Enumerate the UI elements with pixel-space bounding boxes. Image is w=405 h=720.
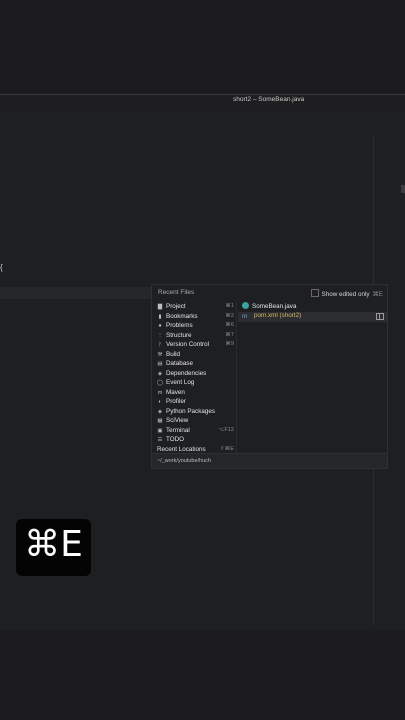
keystroke-overlay: ⌘E	[16, 519, 91, 576]
title-bar	[0, 95, 405, 109]
tool-window-label: Bookmarks	[166, 312, 198, 320]
structure-icon: ⋮	[157, 332, 163, 339]
recent-locations-shortcut: ⇧⌘E	[219, 446, 234, 452]
dependencies-icon: ◈	[157, 370, 163, 377]
tool-window-label: Project	[166, 303, 186, 310]
tool-window-item[interactable]: ᚹ Version Control ⌘9	[156, 341, 234, 351]
tool-window-label: Version Control	[166, 341, 210, 348]
tool-window-label: SciView	[166, 417, 189, 424]
tool-window-label: Event Log	[166, 379, 195, 386]
window-title: short2 – SomeBean.java	[233, 96, 305, 103]
bookmark-icon: ▮	[158, 313, 162, 320]
tool-window-list: ▇ Project ⌘1 ▮ Bookmarks ⌘2 ● Problems ⌘6 ⋮ Struct…	[156, 303, 234, 456]
tool-window-item[interactable]: ▮ Bookmarks ⌘2	[156, 313, 234, 323]
tool-window-shortcut: ⌘2	[225, 312, 234, 319]
terminal-icon: ▣	[157, 427, 163, 434]
maven-file-icon: m	[242, 313, 248, 320]
sciview-icon: ▦	[157, 418, 163, 424]
problems-icon: ●	[158, 323, 162, 329]
tool-window-label: Terminal	[166, 426, 190, 434]
file-name: SomeBean.java	[252, 303, 297, 310]
code-brace: {	[0, 263, 3, 272]
tool-window-shortcut: ⌥F12	[217, 426, 234, 433]
open-in-split-icon[interactable]	[376, 313, 384, 320]
tool-window-item[interactable]: ◐ Profiler	[156, 398, 234, 408]
top-area	[0, 0, 405, 94]
tool-window-item[interactable]: ● Problems ⌘6	[156, 322, 234, 332]
popup-header: Recent Files Show edited only ⌘E	[152, 285, 387, 301]
tool-window-item[interactable]: ◈ Python Packages	[156, 408, 234, 418]
keystroke-text: ⌘E	[24, 524, 83, 565]
maven-icon: m	[157, 389, 163, 396]
recent-files-list: SomeBean.java m pom.xml (short2)	[238, 302, 387, 322]
version-control-icon: ᚹ	[158, 342, 162, 348]
scrollbar-marker[interactable]	[401, 185, 405, 193]
tool-window-item[interactable]: ▇ Project ⌘1	[156, 303, 234, 313]
recent-files-popup: Recent Files Show edited only ⌘E ▇ Project…	[151, 284, 388, 469]
file-path: ~/_work/youtube/huch	[157, 458, 211, 464]
tool-window-label: Problems	[166, 322, 193, 329]
show-edited-shortcut: ⌘E	[372, 291, 384, 298]
tool-window-item[interactable]: ⋮ Structure ⌘7	[156, 332, 234, 342]
tool-window-shortcut: ⌘9	[225, 341, 234, 347]
tool-window-item[interactable]: ⚒ Build	[156, 351, 234, 361]
profiler-icon: ◐	[158, 399, 162, 405]
tool-window-shortcut: ⌘6	[225, 322, 234, 328]
file-name: pom.xml (short2)	[254, 312, 302, 319]
tool-window-item[interactable]: ▣ Terminal ⌥F12	[156, 427, 234, 437]
show-edited-checkbox[interactable]	[310, 289, 319, 297]
tool-window-item[interactable]: ☰ TODO	[156, 436, 234, 446]
tool-window-item[interactable]: ▦ SciView	[156, 417, 234, 427]
hammer-icon: ⚒	[157, 351, 163, 358]
tool-window-shortcut: ⌘7	[225, 331, 234, 338]
event-log-icon: ◯	[156, 380, 164, 386]
column-divider	[236, 302, 237, 455]
tool-window-item[interactable]: ▤ Database	[156, 360, 234, 370]
tool-window-item[interactable]: m Maven	[156, 389, 234, 399]
recent-locations-label: Recent Locations	[157, 446, 206, 453]
tool-window-shortcut: ⌘1	[225, 303, 234, 309]
java-class-icon	[242, 302, 249, 309]
popup-footer: ~/_work/youtube/huch	[152, 453, 387, 468]
tool-window-label: Maven	[166, 388, 185, 396]
recent-file-item[interactable]: m pom.xml (short2)	[238, 312, 387, 322]
tool-window-label: Database	[166, 360, 193, 367]
tool-window-label: Build	[166, 350, 181, 358]
database-icon: ▤	[157, 361, 163, 367]
tool-window-label: Structure	[166, 331, 192, 339]
tool-window-label: TODO	[166, 436, 185, 443]
tool-window-item[interactable]: ◯ Event Log	[156, 379, 234, 389]
folder-icon: ▇	[157, 304, 163, 310]
tool-window-item[interactable]: ◈ Dependencies	[156, 370, 234, 380]
recent-file-item[interactable]: SomeBean.java	[238, 302, 387, 312]
show-edited-label: Show edited only	[321, 291, 370, 298]
tool-window-label: Dependencies	[166, 369, 207, 377]
caret-line-highlight	[0, 287, 160, 299]
todo-icon: ☰	[157, 437, 163, 443]
show-edited-only-toggle[interactable]: Show edited only ⌘E	[310, 289, 384, 298]
tool-window-label: Python Packages	[166, 407, 216, 415]
popup-title: Recent Files	[158, 289, 195, 296]
tool-window-label: Profiler	[166, 398, 186, 405]
python-packages-icon: ◈	[157, 408, 163, 415]
